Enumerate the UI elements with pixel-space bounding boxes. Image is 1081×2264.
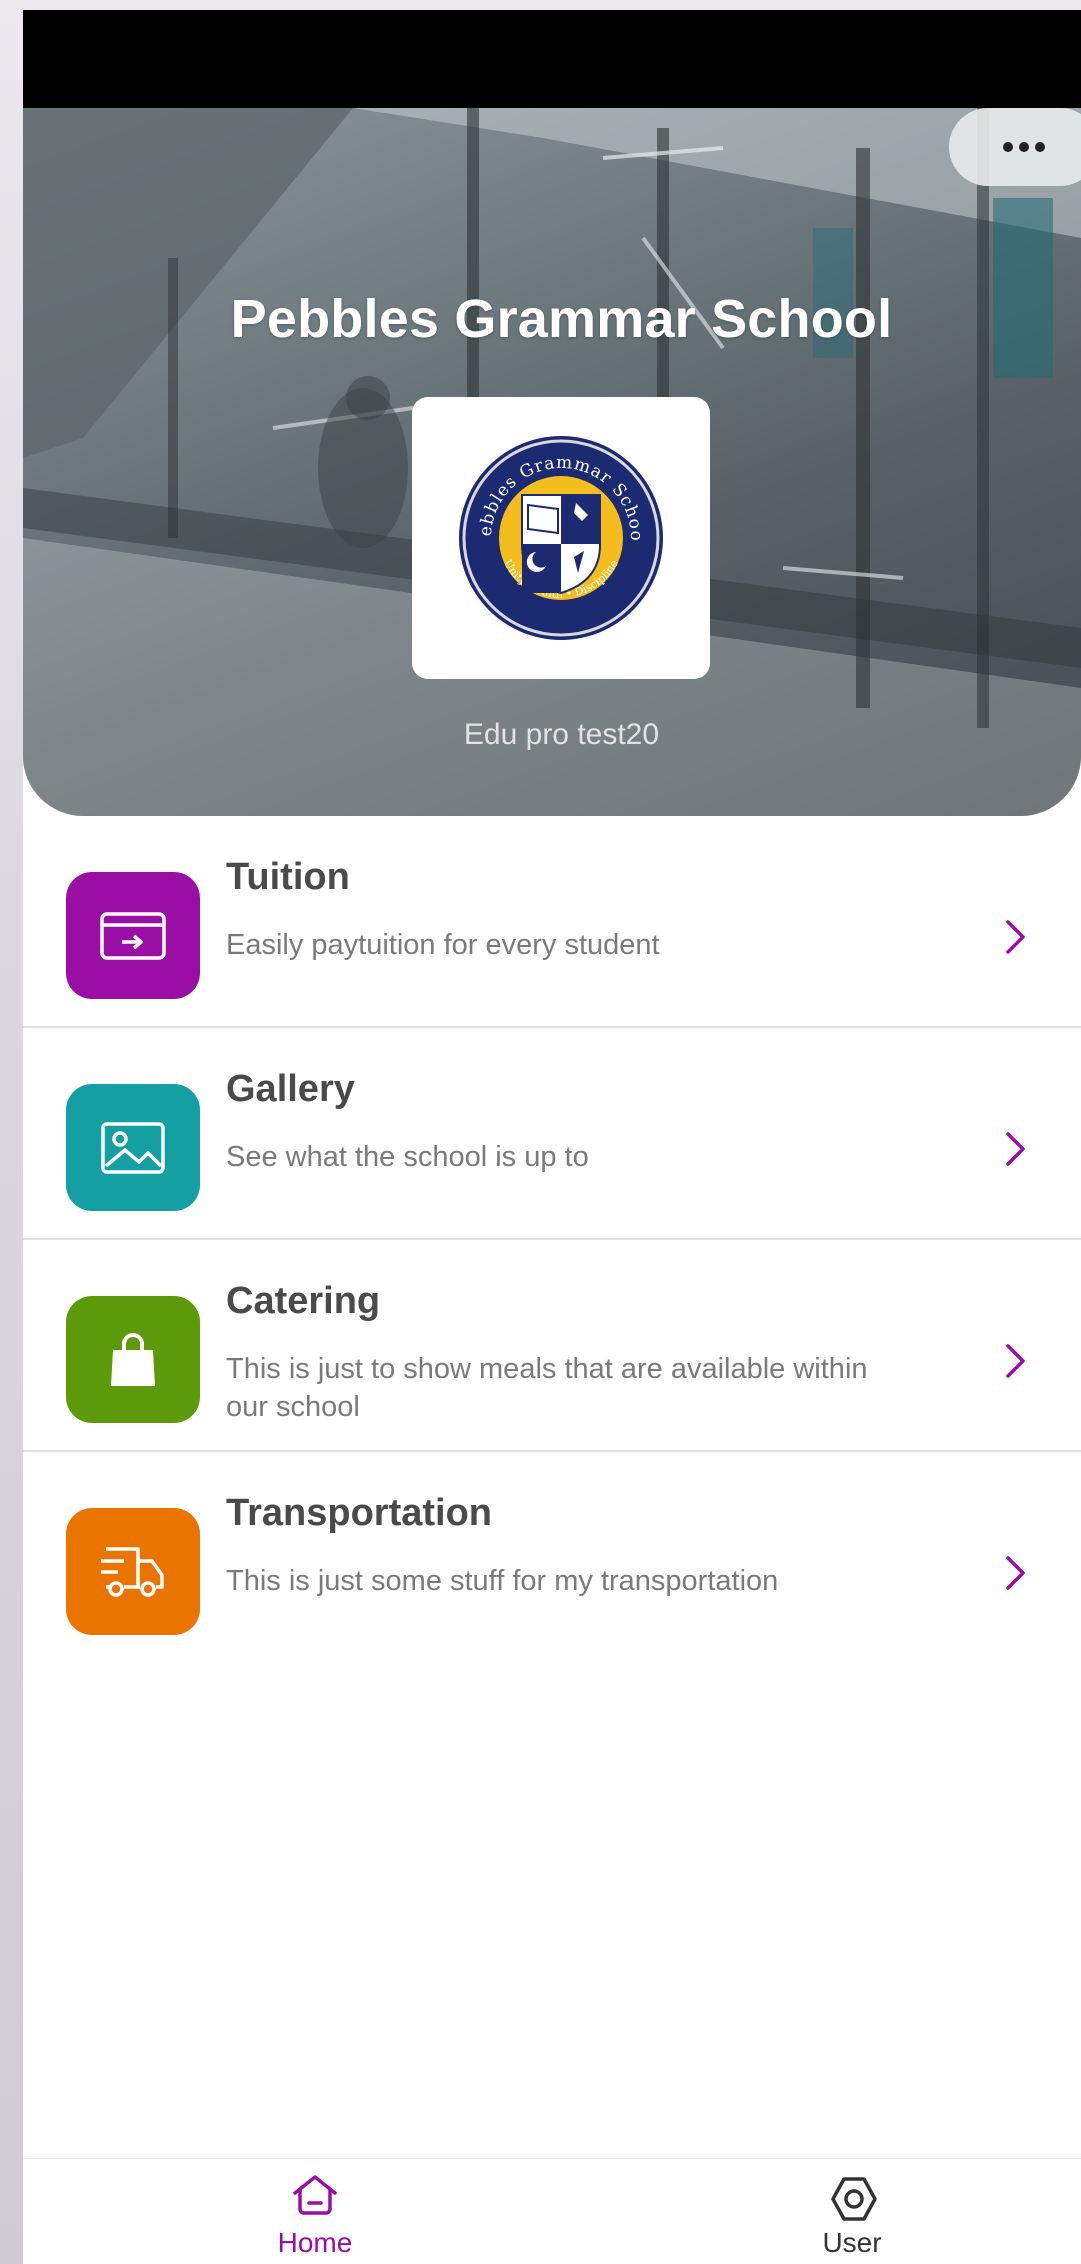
nav-home[interactable]: Home xyxy=(205,2159,425,2264)
more-dots-icon xyxy=(1003,142,1045,152)
gallery-icon-tile xyxy=(66,1084,200,1211)
bottom-navigation: Home User xyxy=(23,2158,1081,2264)
chevron-right-icon xyxy=(1006,1556,1025,1590)
screen-top-edge xyxy=(0,0,1081,10)
menu-item-description: See what the school is up to xyxy=(226,1141,589,1173)
menu-item-gallery[interactable]: Gallery See what the school is up to xyxy=(23,1028,1081,1240)
more-options-button[interactable] xyxy=(949,108,1081,186)
feature-list: Tuition Easily paytuition for every stud… xyxy=(23,816,1081,1662)
shopping-bag-icon xyxy=(111,1332,155,1386)
home-icon xyxy=(293,2175,337,2215)
nav-user-label: User xyxy=(822,2227,882,2258)
nav-home-label: Home xyxy=(277,2227,353,2258)
chevron-right-icon xyxy=(1006,920,1025,954)
school-name: Pebbles Grammar School xyxy=(230,289,893,349)
status-bar xyxy=(23,10,1081,108)
menu-item-catering[interactable]: Catering This is just to show meals that… xyxy=(23,1240,1081,1452)
chevron-right-icon xyxy=(1006,1132,1025,1166)
school-header: Pebbles Grammar School Pebbles Grammar S… xyxy=(23,108,1081,816)
image-icon xyxy=(101,1121,165,1174)
menu-item-transportation[interactable]: Transportation This is just some stuff f… xyxy=(23,1452,1081,1662)
screen-left-edge xyxy=(0,0,23,2264)
menu-item-title: Gallery xyxy=(226,1068,355,1110)
nav-user[interactable]: User xyxy=(742,2159,962,2264)
app-window: Pebbles Grammar School Pebbles Grammar S… xyxy=(23,10,1081,2264)
delivery-truck-icon xyxy=(101,1546,164,1597)
school-subtitle: Edu pro test20 xyxy=(463,718,660,751)
payment-card-icon xyxy=(100,911,166,960)
catering-icon-tile xyxy=(66,1296,200,1423)
menu-item-description: Easily paytuition for every student xyxy=(226,929,660,961)
menu-item-title: Tuition xyxy=(226,856,350,898)
menu-item-description: This is just some stuff for my transport… xyxy=(226,1565,779,1597)
transportation-icon-tile xyxy=(66,1508,200,1635)
chevron-right-icon xyxy=(1006,1344,1025,1378)
school-logo-card: Pebbles Grammar School Unity • Faith • D… xyxy=(412,397,710,679)
menu-item-tuition[interactable]: Tuition Easily paytuition for every stud… xyxy=(23,816,1081,1028)
tuition-icon-tile xyxy=(66,872,200,999)
menu-item-description: This is just to show meals that are avai… xyxy=(226,1353,868,1423)
school-crest-logo: Pebbles Grammar School Unity • Faith • D… xyxy=(456,433,663,640)
gear-icon xyxy=(831,2177,877,2221)
menu-item-title: Transportation xyxy=(226,1492,493,1534)
menu-item-title: Catering xyxy=(226,1280,381,1322)
